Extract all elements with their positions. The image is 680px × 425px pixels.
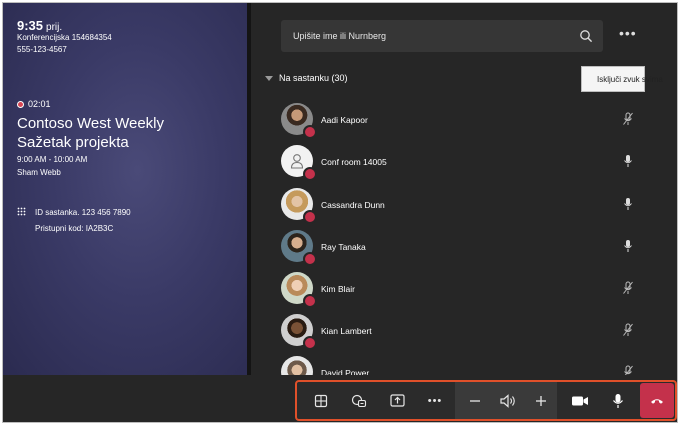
- recording-time: 02:01: [28, 99, 51, 109]
- meeting-title-line1: Contoso West Weekly: [17, 115, 165, 132]
- in-meeting-count: Na sastanku (30): [279, 73, 348, 83]
- mic-icon[interactable]: [623, 197, 633, 211]
- participant-name: Conf room 14005: [321, 157, 387, 167]
- participant-row[interactable]: Ray Tanaka: [281, 230, 661, 266]
- meeting-time-range: 9:00 AM - 10:00 AM: [17, 155, 87, 164]
- mic-muted-icon[interactable]: [623, 323, 633, 337]
- access-code: Pristupni kod: IA2B3C: [35, 224, 114, 233]
- hang-up-button[interactable]: [640, 383, 674, 418]
- search-input[interactable]: Upišite ime ili Nurnberg: [281, 20, 603, 52]
- meeting-window: 9:35 prij. Konferencijska 154684354 555-1…: [2, 2, 678, 423]
- presence-badge-icon: [303, 125, 317, 139]
- participant-row[interactable]: Kian Lambert: [281, 314, 661, 350]
- meeting-time-start: 9:00: [17, 155, 33, 164]
- speaker-icon[interactable]: [493, 382, 523, 419]
- participant-name: Ray Tanaka: [321, 242, 366, 252]
- mic-icon[interactable]: [623, 154, 633, 168]
- meeting-organizer: Sham Webb: [17, 168, 61, 177]
- mic-muted-icon[interactable]: [623, 112, 633, 126]
- search-placeholder: Upišite ime ili Nurnberg: [293, 31, 387, 41]
- grid-view-icon[interactable]: [307, 382, 335, 419]
- participant-name: Kian Lambert: [321, 326, 372, 336]
- microphone-icon[interactable]: [604, 382, 632, 419]
- meeting-title: Contoso West Weekly Sažetak projekta: [17, 114, 217, 152]
- call-controls-bar: •••: [3, 375, 677, 422]
- recording-indicator: 02:01: [17, 99, 51, 109]
- meeting-time-rest: AM - 10:00 AM: [34, 155, 88, 164]
- search-icon[interactable]: [579, 29, 593, 43]
- participants-chat-icon[interactable]: [345, 382, 373, 419]
- meeting-info-panel: 9:35 prij. Konferencijska 154684354 555-1…: [3, 3, 247, 375]
- participant-row[interactable]: Cassandra Dunn: [281, 188, 661, 224]
- meeting-title-line2: Sažetak projekta: [17, 134, 129, 151]
- participant-row[interactable]: Aadi Kapoor: [281, 103, 661, 139]
- participant-row[interactable]: Conf room 14005: [281, 145, 661, 181]
- participant-name: Cassandra Dunn: [321, 200, 385, 210]
- mic-icon[interactable]: [623, 239, 633, 253]
- presence-badge-icon: [303, 210, 317, 224]
- participants-panel: Upišite ime ili Nurnberg ••• Na sastanku…: [251, 3, 677, 392]
- camera-icon[interactable]: [565, 382, 595, 419]
- more-icon[interactable]: •••: [421, 382, 449, 419]
- phone-number: 555-123-4567: [17, 45, 67, 54]
- conference-room-icon: [290, 154, 304, 169]
- presence-badge-icon: [303, 336, 317, 350]
- dialpad-icon: [17, 207, 26, 216]
- clock-ampm: prij.: [46, 22, 63, 33]
- presence-badge-icon: [303, 252, 317, 266]
- call-toolbar: •••: [295, 380, 677, 421]
- volume-up-icon[interactable]: [527, 382, 555, 419]
- participant-name: Aadi Kapoor: [321, 115, 368, 125]
- meeting-id: ID sastanka. 123 456 7890: [35, 208, 131, 217]
- participant-row[interactable]: Kim Blair: [281, 272, 661, 308]
- clock-time: 9:35: [17, 18, 44, 33]
- mute-all-tooltip[interactable]: Isključi zvuk svima: [581, 66, 663, 92]
- volume-down-icon[interactable]: [461, 382, 489, 419]
- hang-up-icon: [651, 398, 663, 404]
- conference-number: Konferencijska 154684354: [17, 33, 112, 42]
- share-screen-icon[interactable]: [383, 382, 411, 419]
- recording-dot-icon: [17, 100, 24, 108]
- participant-name: Kim Blair: [321, 284, 356, 294]
- mic-muted-icon[interactable]: [623, 281, 633, 295]
- in-meeting-section-header[interactable]: Na sastanku (30): [265, 73, 348, 83]
- presence-badge-icon: [303, 167, 317, 181]
- presence-badge-icon: [303, 294, 317, 308]
- more-options-icon[interactable]: •••: [619, 25, 637, 41]
- chevron-down-icon: [265, 75, 273, 81]
